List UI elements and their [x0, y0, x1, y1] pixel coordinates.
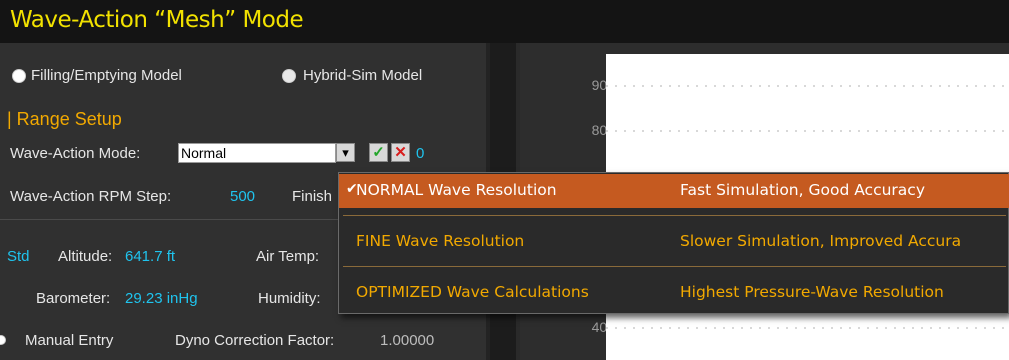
- menu-separator: [343, 266, 1006, 267]
- menu-item-fine[interactable]: FINE Wave Resolution Slower Simulation, …: [339, 225, 1009, 259]
- menu-item-description: Fast Simulation, Good Accuracy: [680, 181, 925, 199]
- menu-item-label: OPTIMIZED Wave Calculations: [356, 283, 589, 301]
- menu-item-label: NORMAL Wave Resolution: [356, 181, 557, 199]
- title-bar: Wave-Action “Mesh” Mode: [0, 0, 1009, 43]
- hybrid-sim-radio[interactable]: [282, 69, 296, 83]
- filling-emptying-label: Filling/Emptying Model: [31, 67, 182, 84]
- wave-action-mode-select[interactable]: Normal: [178, 143, 336, 163]
- altitude-value[interactable]: 641.7 ft: [125, 248, 175, 265]
- manual-entry-label: Manual Entry: [25, 332, 114, 349]
- range-setup-heading: | Range Setup: [7, 109, 122, 129]
- rpm-step-value[interactable]: 500: [230, 188, 255, 205]
- menu-item-label: FINE Wave Resolution: [356, 232, 525, 250]
- humidity-label: Humidity:: [258, 290, 321, 307]
- mode-count-value: 0: [416, 145, 425, 162]
- menu-item-description: Slower Simulation, Improved Accura: [680, 232, 962, 250]
- finish-label: Finish: [292, 188, 333, 205]
- dropdown-arrow-icon[interactable]: ▾: [336, 143, 355, 162]
- filling-emptying-radio[interactable]: [12, 69, 26, 83]
- menu-item-optimized[interactable]: OPTIMIZED Wave Calculations Highest Pres…: [339, 276, 1009, 310]
- menu-item-normal[interactable]: ✔ NORMAL Wave Resolution Fast Simulation…: [339, 174, 1009, 208]
- dyno-correction-label: Dyno Correction Factor:: [175, 332, 335, 349]
- rpm-step-label: Wave-Action RPM Step:: [10, 188, 172, 205]
- menu-separator: [343, 215, 1006, 216]
- wave-mode-dropdown-menu: ✔ NORMAL Wave Resolution Fast Simulation…: [338, 172, 1009, 314]
- wave-action-mode-label: Wave-Action Mode:: [10, 145, 141, 162]
- barometer-label: Barometer:: [36, 290, 111, 307]
- barometer-value[interactable]: 29.23 inHg: [125, 290, 198, 307]
- std-option[interactable]: Std: [7, 248, 30, 265]
- manual-entry-radio[interactable]: [0, 335, 6, 345]
- window-title: Wave-Action “Mesh” Mode: [10, 7, 304, 33]
- hybrid-sim-label: Hybrid-Sim Model: [303, 67, 423, 84]
- air-temp-label: Air Temp:: [256, 248, 320, 265]
- menu-item-description: Highest Pressure-Wave Resolution: [680, 283, 944, 301]
- wave-action-mode-value: Normal: [181, 145, 227, 161]
- x-icon[interactable]: ✕: [391, 143, 410, 162]
- altitude-label: Altitude:: [58, 248, 113, 265]
- checkmark-icon[interactable]: ✓: [369, 143, 388, 162]
- dyno-correction-value[interactable]: 1.00000: [380, 332, 434, 349]
